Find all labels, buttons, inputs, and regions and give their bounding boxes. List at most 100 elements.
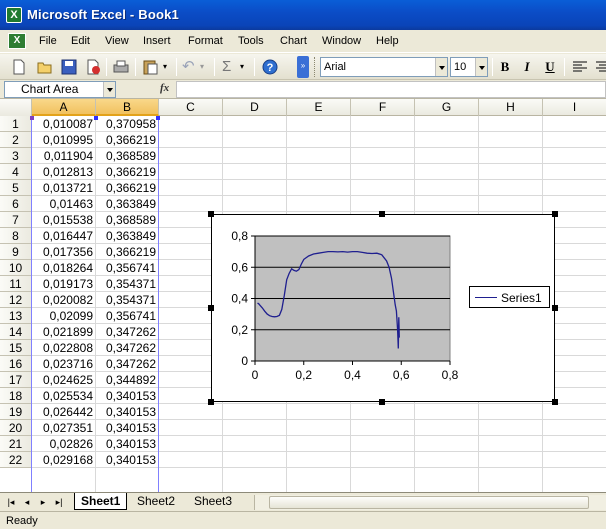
italic-button[interactable]: I xyxy=(519,59,535,75)
font-name-dropdown-icon[interactable] xyxy=(435,58,447,76)
cell-b[interactable]: 0,366219 xyxy=(96,244,159,260)
save-icon[interactable] xyxy=(60,58,78,76)
row-header[interactable]: 18 xyxy=(0,388,32,404)
cell-a[interactable]: 0,017356 xyxy=(32,244,96,260)
cell-a[interactable]: 0,026442 xyxy=(32,404,96,420)
cell-b[interactable]: 0,370958 xyxy=(96,116,159,132)
chart-resize-handle-b[interactable] xyxy=(379,399,385,405)
chart-resize-handle-l[interactable] xyxy=(208,305,214,311)
new-icon[interactable] xyxy=(10,58,28,76)
row-header[interactable]: 1 xyxy=(0,116,32,132)
row-header[interactable]: 11 xyxy=(0,276,32,292)
insert-function-icon[interactable]: fx xyxy=(160,82,169,94)
cell-b[interactable]: 0,366219 xyxy=(96,180,159,196)
formula-input[interactable] xyxy=(176,81,606,98)
cell-a[interactable]: 0,019173 xyxy=(32,276,96,292)
cell-a[interactable]: 0,029168 xyxy=(32,452,96,468)
column-header-b[interactable]: B xyxy=(96,99,159,116)
cell-a[interactable]: 0,024625 xyxy=(32,372,96,388)
paste-icon[interactable] xyxy=(141,58,159,76)
paste-dropdown-icon[interactable]: ▾ xyxy=(163,58,171,76)
column-header-c[interactable]: C xyxy=(159,99,223,116)
undo-icon[interactable]: ↶ xyxy=(182,58,200,76)
menu-tools[interactable]: Tools xyxy=(238,35,264,47)
row-header[interactable]: 13 xyxy=(0,308,32,324)
row-header[interactable]: 9 xyxy=(0,244,32,260)
cell-b[interactable]: 0,340153 xyxy=(96,420,159,436)
cell-a[interactable]: 0,015538 xyxy=(32,212,96,228)
column-header-e[interactable]: E xyxy=(287,99,351,116)
help-icon[interactable]: ? xyxy=(261,58,279,76)
menu-window[interactable]: Window xyxy=(322,35,361,47)
row-header[interactable]: 14 xyxy=(0,324,32,340)
name-box[interactable]: Chart Area xyxy=(4,81,116,98)
chart-area[interactable]: 0 0,2 0,4 0,6 0,8 0 0,2 0,4 0,6 0,8 xyxy=(211,214,555,402)
cell-b[interactable]: 0,356741 xyxy=(96,260,159,276)
cell-a[interactable]: 0,012813 xyxy=(32,164,96,180)
row-header[interactable]: 3 xyxy=(0,148,32,164)
permission-icon[interactable] xyxy=(84,58,102,76)
font-name-select[interactable]: Arial xyxy=(320,57,448,77)
open-icon[interactable] xyxy=(36,58,54,76)
cell-a[interactable]: 0,020082 xyxy=(32,292,96,308)
align-center-icon[interactable] xyxy=(594,58,606,76)
chart-resize-handle-br[interactable] xyxy=(552,399,558,405)
row-header[interactable]: 4 xyxy=(0,164,32,180)
cell-b[interactable]: 0,363849 xyxy=(96,196,159,212)
column-header-f[interactable]: F xyxy=(351,99,415,116)
autosum-icon[interactable]: Σ xyxy=(222,58,240,76)
tab-sheet1[interactable]: Sheet1 xyxy=(74,493,128,510)
select-all-button[interactable] xyxy=(0,99,32,116)
toolbar-options-icon[interactable]: » xyxy=(297,56,309,78)
column-header-d[interactable]: D xyxy=(223,99,287,116)
align-left-icon[interactable] xyxy=(571,58,589,76)
cell-b[interactable]: 0,340153 xyxy=(96,436,159,452)
cell-a[interactable]: 0,010995 xyxy=(32,132,96,148)
cell-b[interactable]: 0,347262 xyxy=(96,340,159,356)
chart-resize-handle-t[interactable] xyxy=(379,211,385,217)
chart-legend[interactable]: Series1 xyxy=(469,286,550,308)
font-size-dropdown-icon[interactable] xyxy=(475,58,487,76)
undo-dropdown-icon[interactable]: ▾ xyxy=(200,58,208,76)
cell-b[interactable]: 0,363849 xyxy=(96,228,159,244)
row-header[interactable]: 22 xyxy=(0,452,32,468)
first-sheet-icon[interactable]: |◂ xyxy=(6,496,16,508)
row-header[interactable]: 10 xyxy=(0,260,32,276)
tab-sheet3[interactable]: Sheet3 xyxy=(188,493,238,510)
cell-a[interactable]: 0,02826 xyxy=(32,436,96,452)
cell-a[interactable]: 0,023716 xyxy=(32,356,96,372)
column-header-i[interactable]: I xyxy=(543,99,606,116)
column-header-g[interactable]: G xyxy=(415,99,479,116)
autosum-dropdown-icon[interactable]: ▾ xyxy=(240,58,248,76)
cell-b[interactable]: 0,366219 xyxy=(96,164,159,180)
menu-file[interactable]: File xyxy=(39,35,57,47)
cell-b[interactable]: 0,347262 xyxy=(96,356,159,372)
horizontal-scrollbar[interactable] xyxy=(254,495,606,510)
menu-edit[interactable]: Edit xyxy=(71,35,90,47)
cell-b[interactable]: 0,344892 xyxy=(96,372,159,388)
row-header[interactable]: 15 xyxy=(0,340,32,356)
horizontal-scroll-thumb[interactable] xyxy=(269,496,589,509)
cell-a[interactable]: 0,027351 xyxy=(32,420,96,436)
row-header[interactable]: 21 xyxy=(0,436,32,452)
cell-a[interactable]: 0,013721 xyxy=(32,180,96,196)
cell-a[interactable]: 0,018264 xyxy=(32,260,96,276)
menu-chart[interactable]: Chart xyxy=(280,35,307,47)
chart-resize-handle-tr[interactable] xyxy=(552,211,558,217)
menu-help[interactable]: Help xyxy=(376,35,399,47)
row-header[interactable]: 5 xyxy=(0,180,32,196)
last-sheet-icon[interactable]: ▸| xyxy=(54,496,64,508)
cell-a[interactable]: 0,011904 xyxy=(32,148,96,164)
prev-sheet-icon[interactable]: ◂ xyxy=(22,496,32,508)
column-header-h[interactable]: H xyxy=(479,99,543,116)
bold-button[interactable]: B xyxy=(497,59,513,75)
cell-b[interactable]: 0,340153 xyxy=(96,388,159,404)
chart-resize-handle-tl[interactable] xyxy=(208,211,214,217)
cell-a[interactable]: 0,010087 xyxy=(32,116,96,132)
chart-resize-handle-r[interactable] xyxy=(552,305,558,311)
chart-resize-handle-bl[interactable] xyxy=(208,399,214,405)
cell-a[interactable]: 0,02099 xyxy=(32,308,96,324)
cell-b[interactable]: 0,340153 xyxy=(96,452,159,468)
menu-view[interactable]: View xyxy=(105,35,129,47)
name-box-dropdown-icon[interactable] xyxy=(103,82,115,97)
